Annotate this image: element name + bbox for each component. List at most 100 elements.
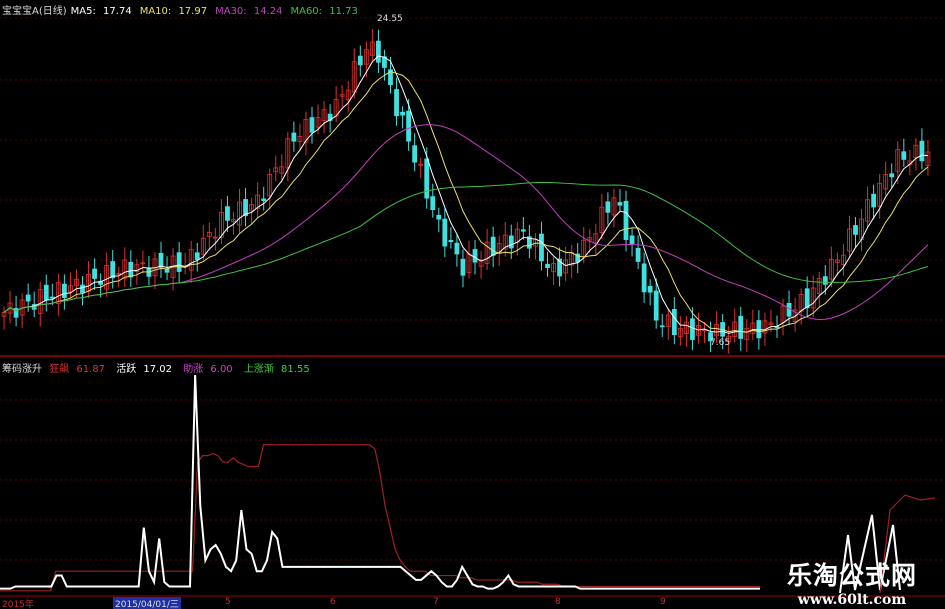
- indicator-title: 筹码涨升: [2, 364, 42, 375]
- item-value: 61.87: [76, 364, 106, 375]
- candle-down: [635, 247, 641, 262]
- item-label: 助涨: [183, 364, 204, 375]
- item-value: 17.02: [143, 364, 173, 375]
- ma60-label: MA60: 11.73: [290, 6, 361, 17]
- candle-down: [412, 145, 418, 163]
- ma30-value: 14.24: [253, 6, 283, 17]
- candle-down: [394, 89, 399, 117]
- candle-down: [508, 235, 514, 249]
- candle-down: [49, 296, 55, 299]
- axis-start-label: 2015年: [2, 600, 34, 609]
- candle-down: [756, 320, 762, 339]
- candle-down: [671, 308, 677, 336]
- candle-down: [804, 288, 810, 309]
- candle-down: [406, 110, 412, 142]
- ma5-name: MA5:: [70, 6, 96, 17]
- stock-title: 宝宝宝A(日线): [2, 6, 67, 17]
- month-label: 5: [225, 597, 231, 607]
- candle-down: [853, 225, 858, 235]
- candle-down: [309, 117, 315, 133]
- candle-down: [545, 263, 550, 268]
- candle-down: [176, 252, 182, 272]
- month-label: 8: [555, 597, 561, 607]
- ma5-value: 17.74: [103, 6, 132, 17]
- stock-chart-window: 宝宝宝A(日线) MA5: 17.74 MA10: 17.97 MA30: 14.24…: [0, 0, 945, 609]
- candle-down: [539, 233, 544, 262]
- candle-down: [605, 201, 611, 213]
- indicator-white-line: [0, 374, 760, 590]
- month-label: 9: [660, 597, 666, 607]
- item-label: 活跃: [116, 364, 137, 375]
- ma30-line: [3, 124, 929, 320]
- candle-down: [225, 206, 230, 221]
- low-price-label: 7.65: [710, 338, 731, 348]
- candle-down: [436, 214, 442, 220]
- candle-down: [448, 239, 454, 243]
- candle-down: [520, 229, 526, 232]
- ma10-value: 17.97: [178, 6, 208, 17]
- candle-down: [690, 318, 695, 340]
- candle-down: [822, 276, 828, 285]
- watermark-name: 乐淘公式网: [786, 561, 917, 590]
- candle-down: [623, 200, 629, 240]
- ma30-name: MA30:: [215, 6, 247, 17]
- candle-down: [158, 252, 164, 268]
- indicator-item-shangzhang: 上涨渐 81.55: [244, 364, 314, 375]
- ma60-value: 11.73: [329, 6, 358, 17]
- candle-down: [357, 55, 363, 66]
- item-label: 狂飙: [49, 364, 70, 375]
- indicator-red-line: [0, 444, 760, 592]
- candle-down: [25, 294, 31, 302]
- ma10-label: MA10: 17.97: [140, 6, 211, 17]
- candle-down: [454, 242, 460, 255]
- candle-down: [110, 261, 116, 279]
- candle-down: [659, 325, 665, 328]
- month-label: 6: [330, 597, 336, 607]
- candle-down: [424, 158, 430, 199]
- item-value: 6.00: [210, 364, 233, 375]
- candle-down: [261, 198, 267, 201]
- price-chart[interactable]: [0, 0, 945, 609]
- candle-down: [291, 132, 297, 142]
- candle-down: [430, 196, 436, 211]
- candle-down: [738, 315, 744, 339]
- ma60-name: MA60:: [290, 6, 323, 17]
- main-legend: 宝宝宝A(日线) MA5: 17.74 MA10: 17.97 MA30: 14.24…: [2, 2, 366, 17]
- candle-down: [400, 111, 405, 116]
- watermark-url: www.60lt.com: [797, 592, 907, 608]
- candle-down: [871, 193, 877, 208]
- indicator-legend: 筹码涨升 狂飙 61.87 活跃 17.02 助涨 6.00 上涨渐 81.55: [2, 360, 318, 375]
- ma10-name: MA10:: [139, 6, 172, 17]
- indicator-item-kuangbiao: 狂飙 61.87: [49, 364, 109, 375]
- candle-down: [43, 284, 49, 301]
- item-label: 上涨渐: [243, 364, 274, 375]
- candle-down: [472, 249, 478, 263]
- candle-down: [647, 286, 653, 293]
- candle-down: [194, 252, 200, 260]
- item-value: 81.55: [281, 364, 310, 375]
- candle-down: [490, 236, 496, 256]
- watermark: 乐淘公式网 www.60lt.com: [787, 556, 917, 608]
- candle-down: [442, 218, 448, 247]
- candle-down: [641, 263, 647, 293]
- candle-down: [919, 140, 925, 162]
- candle-down: [460, 258, 466, 276]
- candle-down: [629, 235, 635, 244]
- candle-down: [61, 283, 67, 298]
- cursor-date-label: 2015/04/01/三: [113, 597, 181, 609]
- candle-down: [128, 261, 134, 278]
- ma30-label: MA30: 14.24: [215, 6, 286, 17]
- candle-down: [376, 40, 381, 63]
- ma5-label: MA5: 17.74: [71, 6, 136, 17]
- candle-down: [901, 151, 907, 160]
- month-label: 7: [433, 597, 439, 607]
- candle-down: [164, 268, 170, 273]
- candle-down: [617, 202, 623, 206]
- candle-down: [80, 284, 85, 294]
- candle-down: [92, 268, 97, 279]
- candle-down: [889, 173, 895, 178]
- indicator-item-zhuzhang: 助涨 6.00: [183, 364, 236, 375]
- indicator-item-huoyue: 活跃 17.02: [116, 364, 176, 375]
- candle-down: [653, 290, 659, 321]
- high-price-label: 24.55: [377, 14, 403, 24]
